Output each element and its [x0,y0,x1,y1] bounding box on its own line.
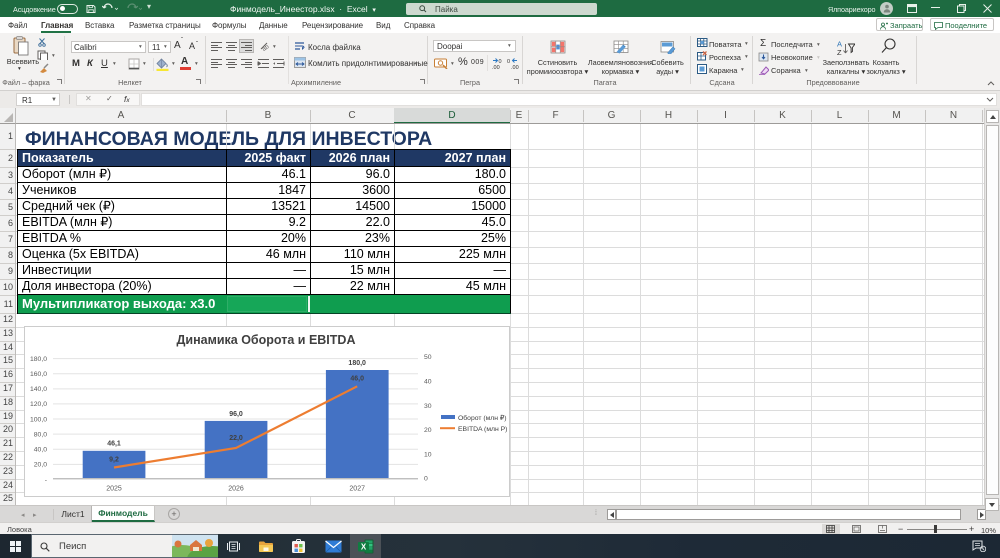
svg-text:180,0: 180,0 [30,355,47,362]
svg-text:46,1: 46,1 [107,440,121,447]
svg-text:.00: .00 [492,65,500,70]
svg-text:Динамика Оборота и EBITDA: Динамика Оборота и EBITDA [177,333,356,347]
svg-text:0: 0 [507,59,510,65]
svg-text:46,0: 46,0 [350,375,364,382]
svg-text:80,0: 80,0 [34,431,47,438]
svg-text:2027: 2027 [349,485,365,492]
svg-text:180,0: 180,0 [348,359,366,366]
svg-text:30: 30 [424,402,432,409]
svg-text:-: - [45,476,47,483]
svg-text:10: 10 [424,451,432,458]
svg-text:0: 0 [424,475,428,482]
svg-text:20,0: 20,0 [34,461,47,468]
svg-text:40,0: 40,0 [34,446,47,453]
svg-text:2025: 2025 [106,485,122,492]
svg-text:ab: ab [262,44,271,51]
svg-text:120,0: 120,0 [30,401,47,408]
svg-text:EBITDA (млн Р): EBITDA (млн Р) [458,425,507,432]
svg-text:100,0: 100,0 [30,416,47,423]
svg-text:Оборот (млн ₽): Оборот (млн ₽) [458,414,507,422]
svg-text:2026: 2026 [228,485,244,492]
svg-text:Z: Z [837,48,842,56]
svg-text:20: 20 [424,427,432,434]
svg-text:X: X [361,543,367,552]
svg-text:22,0: 22,0 [229,435,243,442]
svg-text:140,0: 140,0 [30,386,47,393]
svg-text:9,2: 9,2 [109,456,119,463]
svg-text:40: 40 [424,378,432,385]
svg-text:96,0: 96,0 [229,411,243,418]
svg-text:50: 50 [424,354,432,361]
svg-text:160,0: 160,0 [30,371,47,378]
